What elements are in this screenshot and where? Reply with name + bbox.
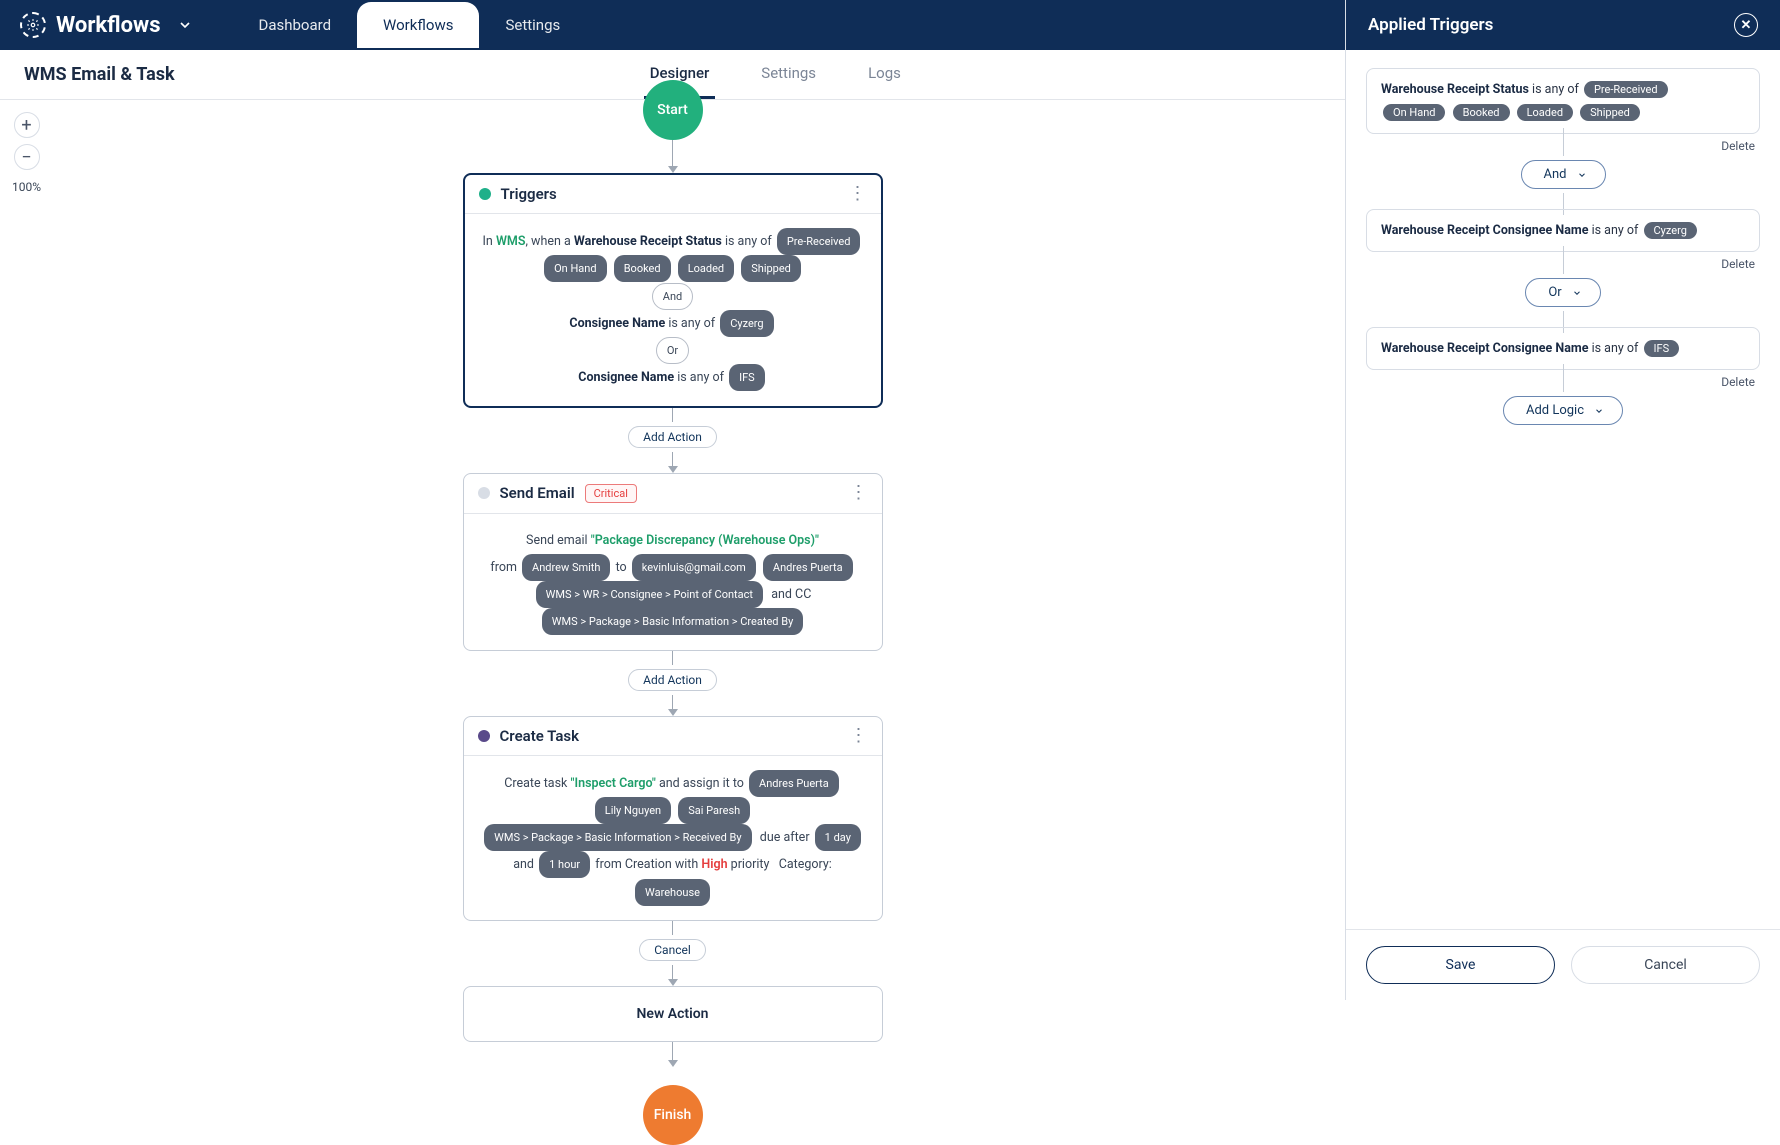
card-title: Create Task [500, 727, 580, 745]
kebab-icon[interactable]: ⋮ [849, 185, 867, 203]
or-pill: Or [656, 337, 689, 364]
finish-node[interactable]: Finish [643, 1085, 703, 1145]
add-action-button[interactable]: Add Action [628, 426, 717, 448]
logic-and-select[interactable]: And [1521, 160, 1606, 189]
delete-button[interactable]: Delete [1721, 375, 1755, 389]
trigger-item[interactable]: Warehouse Receipt Status is any of Pre-R… [1366, 68, 1760, 134]
and-pill: And [652, 283, 693, 310]
tab-logs[interactable]: Logs [862, 50, 907, 99]
add-action-button[interactable]: Add Action [628, 669, 717, 691]
zoom-level: 100% [12, 180, 41, 194]
brand-label: Workflows [56, 13, 161, 38]
start-node[interactable]: Start [643, 80, 703, 140]
status-dot [478, 730, 490, 742]
chevron-down-icon [1577, 170, 1587, 180]
triggers-card[interactable]: Triggers ⋮ In WMS, when a Warehouse Rece… [463, 173, 883, 408]
send-email-card[interactable]: Send Email Critical ⋮ Send email "Packag… [463, 473, 883, 651]
gear-icon [20, 12, 46, 38]
delete-button[interactable]: Delete [1721, 139, 1755, 153]
card-title: Triggers [501, 185, 557, 203]
close-icon[interactable]: ✕ [1734, 13, 1758, 37]
logic-or-select[interactable]: Or [1525, 278, 1600, 307]
create-task-card[interactable]: Create Task ⋮ Create task "Inspect Cargo… [463, 716, 883, 921]
status-dot [479, 188, 491, 200]
brand[interactable]: Workflows [20, 12, 193, 38]
zoom-in-button[interactable]: + [14, 112, 40, 138]
chevron-down-icon [1572, 288, 1582, 298]
nav-dashboard[interactable]: Dashboard [233, 2, 358, 48]
critical-badge: Critical [585, 484, 637, 503]
add-logic-button[interactable]: Add Logic [1503, 396, 1623, 425]
status-dot [478, 487, 490, 499]
applied-triggers-panel: Applied Triggers ✕ Warehouse Receipt Sta… [1345, 0, 1780, 1000]
panel-title: Applied Triggers [1368, 15, 1493, 35]
nav-workflows[interactable]: Workflows [357, 2, 479, 48]
new-action-card[interactable]: New Action [463, 986, 883, 1042]
chevron-down-icon [177, 17, 193, 33]
kebab-icon[interactable]: ⋮ [850, 484, 868, 502]
nav-settings[interactable]: Settings [479, 2, 586, 48]
card-title: Send Email [500, 484, 575, 502]
delete-button[interactable]: Delete [1721, 257, 1755, 271]
chevron-down-icon [1594, 406, 1604, 416]
save-button[interactable]: Save [1366, 946, 1555, 984]
cancel-button[interactable]: Cancel [639, 939, 706, 961]
page-title: WMS Email & Task [24, 64, 175, 85]
kebab-icon[interactable]: ⋮ [850, 727, 868, 745]
zoom-out-button[interactable]: − [14, 144, 40, 170]
cancel-button[interactable]: Cancel [1571, 946, 1760, 984]
tab-settings[interactable]: Settings [755, 50, 822, 99]
